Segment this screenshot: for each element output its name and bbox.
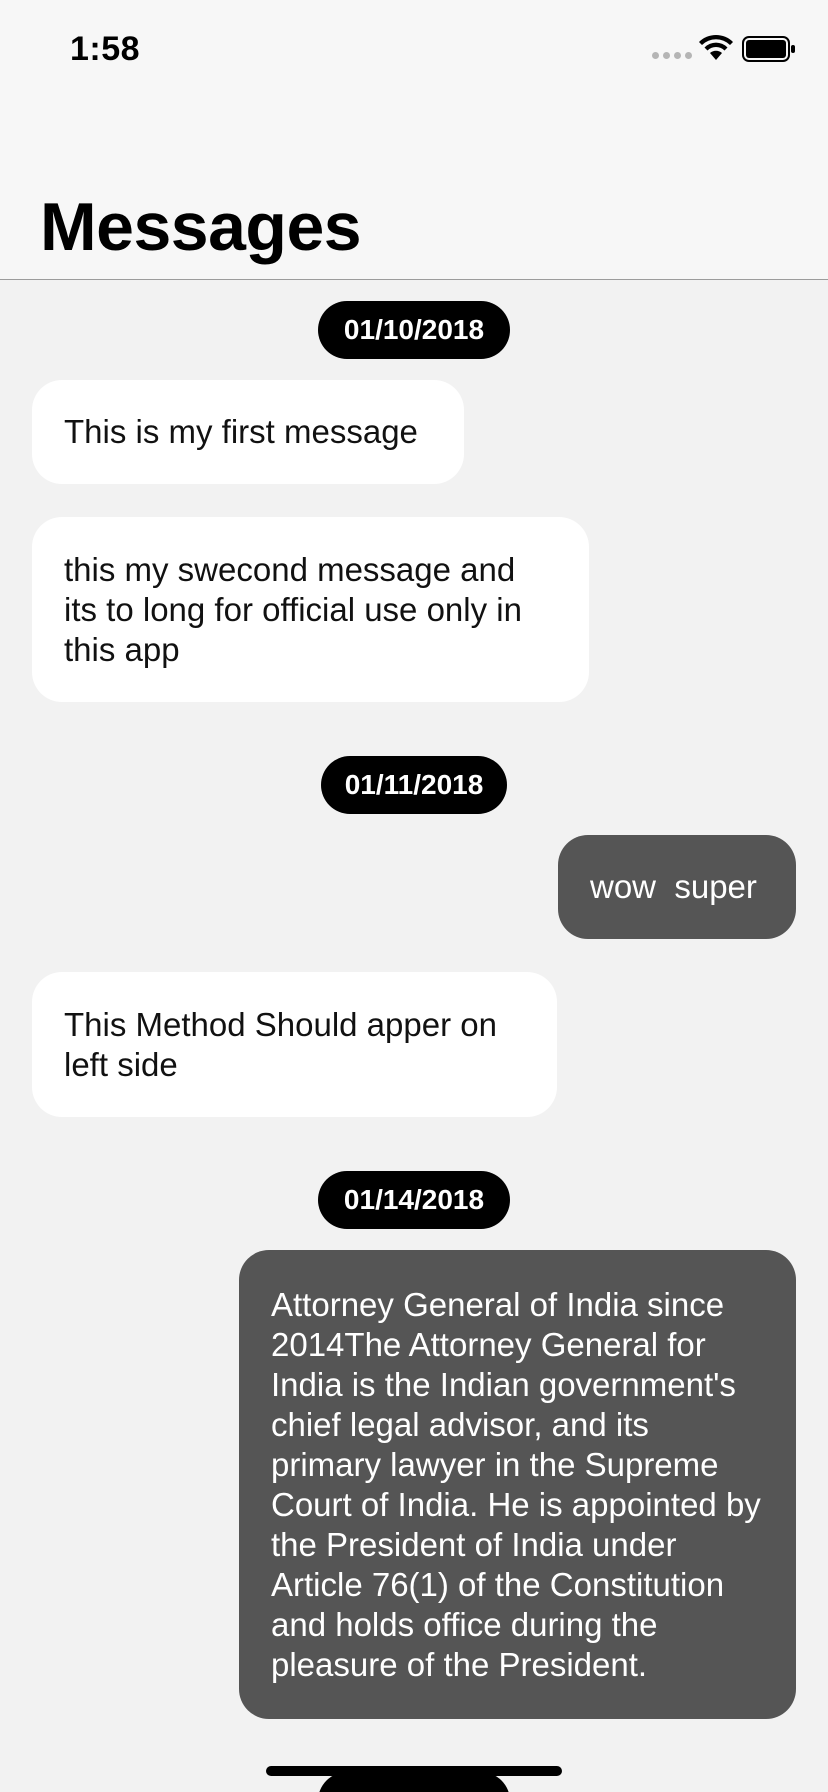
- message-text: this my swecond message and its to long …: [64, 550, 522, 668]
- date-separator: 01/10/2018: [318, 301, 510, 359]
- date-separator: 01/14/2018: [318, 1171, 510, 1229]
- incoming-message-bubble[interactable]: this my swecond message and its to long …: [32, 517, 589, 702]
- date-separator: 01/11/2018: [321, 756, 507, 814]
- incoming-message-bubble[interactable]: This Method Should apper on left side: [32, 972, 557, 1117]
- home-indicator[interactable]: [266, 1766, 562, 1776]
- message-text: Attorney General of India since 2014The …: [271, 1285, 761, 1683]
- outgoing-message-bubble[interactable]: Attorney General of India since 2014The …: [239, 1250, 796, 1719]
- battery-icon: [742, 36, 795, 62]
- navigation-header: 1:58 Messages: [0, 0, 828, 280]
- message-text: wow super: [590, 868, 757, 905]
- message-text: This is my first message: [64, 413, 418, 450]
- page-title: Messages: [40, 189, 362, 265]
- wifi-icon: [699, 34, 733, 60]
- outgoing-message-bubble[interactable]: wow super: [558, 835, 796, 939]
- messages-screen: 1:58 Messages 01/10/2018 This is my firs…: [0, 0, 828, 1792]
- message-text: This Method Should apper on left side: [64, 1005, 497, 1083]
- cellular-signal-icon: [652, 52, 692, 59]
- status-bar-time: 1:58: [70, 30, 141, 68]
- incoming-message-bubble[interactable]: This is my first message: [32, 380, 464, 484]
